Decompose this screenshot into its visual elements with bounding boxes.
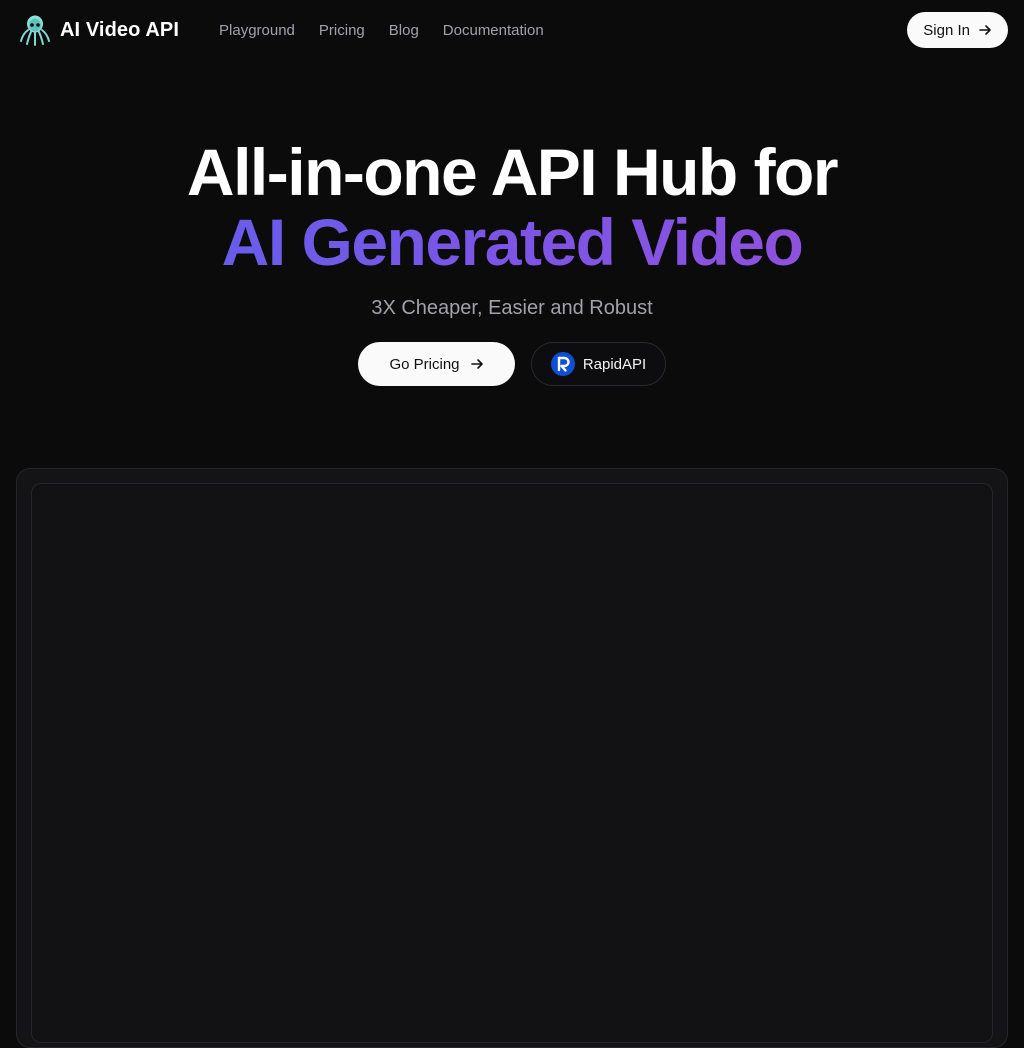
hero-title-line-2: AI Generated Video [0, 209, 1024, 275]
rapidapi-button[interactable]: RapidAPI [531, 342, 666, 386]
go-pricing-label: Go Pricing [389, 355, 460, 373]
brand-home-link[interactable]: AI Video API [18, 13, 179, 47]
nav-link-blog[interactable]: Blog [389, 22, 419, 39]
top-nav: AI Video API Playground Pricing Blog Doc… [0, 0, 1024, 60]
demo-frame-content [31, 483, 993, 1043]
hero-subtitle: 3X Cheaper, Easier and Robust [371, 297, 653, 319]
sign-in-label: Sign In [923, 21, 970, 39]
arrow-right-icon [470, 357, 484, 371]
sign-in-button[interactable]: Sign In [907, 12, 1008, 48]
octopus-icon [18, 13, 52, 47]
demo-frame [16, 468, 1008, 1048]
hero-actions: Go Pricing RapidAPI [0, 342, 1024, 386]
hero-title-line-1: All-in-one API Hub for [186, 135, 839, 209]
nav-link-playground[interactable]: Playground [219, 22, 295, 39]
nav-link-documentation[interactable]: Documentation [443, 22, 544, 39]
nav-link-pricing[interactable]: Pricing [319, 22, 365, 39]
brand-name: AI Video API [60, 18, 180, 41]
rapidapi-logo-icon [550, 352, 575, 376]
hero-section: All-in-one API Hub for AI Generated Vide… [0, 135, 1024, 386]
go-pricing-button[interactable]: Go Pricing [358, 342, 515, 386]
arrow-right-icon [978, 23, 992, 37]
rapidapi-label: RapidAPI [582, 355, 647, 373]
nav-links: Playground Pricing Blog Documentation [219, 22, 544, 39]
